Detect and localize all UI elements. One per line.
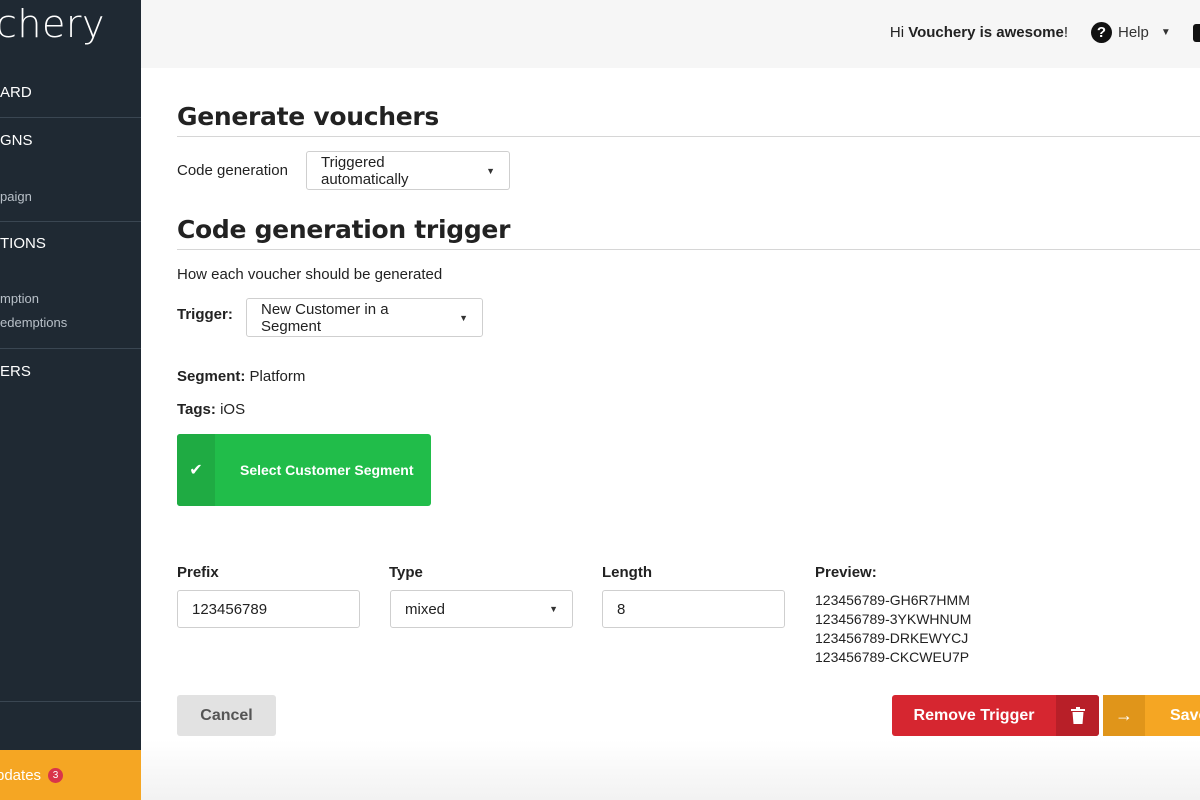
prefix-value: 123456789 [192,600,268,618]
segment-info: Segment: Platform [177,368,305,385]
preview-code: 123456789-DRKEWYCJ [815,630,969,646]
trigger-label: Trigger: [177,306,233,323]
prefix-label: Prefix [177,564,219,581]
tags-label: Tags: [177,401,216,418]
preview-label: Preview: [815,564,877,581]
logo: chery [0,2,105,46]
chevron-down-icon: ▼ [459,312,468,323]
sidebar-item-new-campaign[interactable]: paign [0,189,32,204]
code-generation-label: Code generation [177,162,288,179]
sidebar-item-dashboard[interactable]: ARD [0,84,141,101]
sidebar: chery ARD GNS paign TIONS mption edempti… [0,0,141,800]
updates-count-badge: 3 [48,767,64,783]
puzzle-icon[interactable] [1193,24,1200,42]
updates-button[interactable]: pdates 3 [0,750,141,800]
chevron-down-icon: ▼ [549,604,558,614]
prefix-input[interactable]: 123456789 [177,590,360,628]
segment-label: Segment: [177,368,246,385]
top-bar: Hi Vouchery is awesome! ? Help ▼ [141,0,1200,68]
arrow-right-icon: → [1103,695,1145,736]
type-label: Type [389,564,423,581]
trigger-description: How each voucher should be generated [177,266,443,283]
main-content: Generate vouchers Code generation Trigge… [141,68,1200,800]
sidebar-divider [0,117,141,118]
greeting-name: Vouchery is awesome [908,24,1064,41]
chevron-down-icon: ▼ [1160,27,1171,38]
updates-label: pdates [0,766,42,784]
chevron-down-icon: ▼ [486,165,495,176]
greeting-prefix: Hi [889,24,905,41]
sidebar-item-redemptions[interactable]: TIONS [0,235,141,252]
sidebar-divider [0,348,141,349]
cancel-button[interactable]: Cancel [177,695,276,736]
sidebar-item-customers[interactable]: ERS [0,363,141,380]
tags-value: iOS [220,401,246,418]
trigger-value: New Customer in a Segment [261,300,389,335]
remove-trigger-button[interactable]: Remove Trigger [892,695,1099,736]
code-generation-select[interactable]: Triggered automatically ▼ [306,151,510,190]
sidebar-item-campaigns[interactable]: GNS [0,132,141,149]
select-segment-label: Select Customer Segment [240,462,414,478]
sidebar-item-redemption[interactable]: mption [0,291,39,306]
code-generation-value: Triggered automatically [321,153,409,188]
trigger-select[interactable]: New Customer in a Segment ▼ [246,298,483,337]
preview-code: 123456789-3YKWHNUM [815,611,972,627]
preview-codes: 123456789-GH6R7HMM 123456789-3YKWHNUM 12… [815,591,971,667]
help-menu[interactable]: ? Help ▼ [1091,22,1171,43]
bottom-fade [141,740,1200,800]
length-value: 8 [617,600,626,618]
segment-value: Platform [249,368,306,385]
type-value: mixed [405,600,446,618]
select-customer-segment-button[interactable]: ✔ Select Customer Segment [177,434,431,506]
tags-info: Tags: iOS [177,401,245,418]
length-label: Length [602,564,652,581]
section-divider [177,249,1200,250]
preview-code: 123456789-GH6R7HMM [815,592,970,608]
type-select[interactable]: mixed ▼ [390,590,573,628]
preview-code: 123456789-CKCWEU7P [815,649,970,665]
section-divider [177,136,1200,137]
code-generation-trigger-title: Code generation trigger [177,215,511,244]
sidebar-divider [0,221,141,222]
trash-icon [1056,695,1099,736]
save-label: Save [1170,706,1200,724]
remove-trigger-label: Remove Trigger [913,706,1035,724]
greeting-suffix: ! [1063,24,1068,41]
sidebar-divider [0,701,141,702]
greeting: Hi Vouchery is awesome! [890,24,1068,41]
save-button[interactable]: → Save [1103,695,1200,736]
sidebar-item-all-redemptions[interactable]: edemptions [0,315,67,330]
generate-vouchers-title: Generate vouchers [177,102,439,131]
check-icon: ✔ [177,434,215,506]
help-icon: ? [1091,22,1112,43]
length-input[interactable]: 8 [602,590,785,628]
help-label: Help [1118,24,1149,41]
